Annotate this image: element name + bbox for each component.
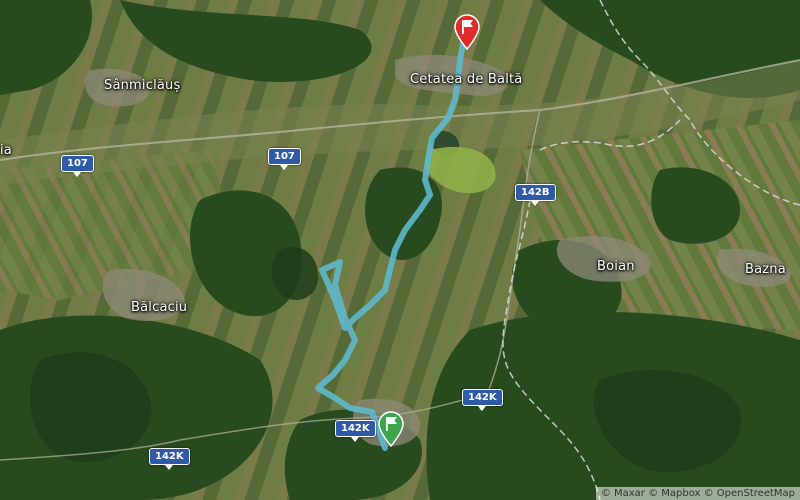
place-label: Bălcaciu: [131, 300, 188, 315]
road-shield: 142K: [335, 420, 376, 442]
place-label: Cetatea de Baltă: [410, 72, 523, 87]
road-shield: 142B: [515, 184, 556, 206]
road-shield: 142K: [149, 448, 190, 470]
start-marker[interactable]: [377, 411, 405, 448]
end-marker[interactable]: [453, 14, 481, 51]
place-label: Boian: [597, 259, 635, 274]
road-shield: 107: [268, 148, 301, 170]
place-label: ia: [0, 143, 12, 158]
place-label: Sânmiclăuș: [104, 78, 181, 93]
flag-icon: [454, 14, 480, 51]
map-view[interactable]: Sânmiclăuș Cetatea de Baltă Boian Bazna …: [0, 0, 800, 500]
flag-icon: [378, 411, 404, 448]
map-attribution[interactable]: © Maxar © Mapbox © OpenStreetMap: [595, 487, 800, 500]
road-shield: 107: [61, 155, 94, 177]
road-shield: 142K: [462, 389, 503, 411]
place-label: Bazna: [745, 262, 786, 277]
